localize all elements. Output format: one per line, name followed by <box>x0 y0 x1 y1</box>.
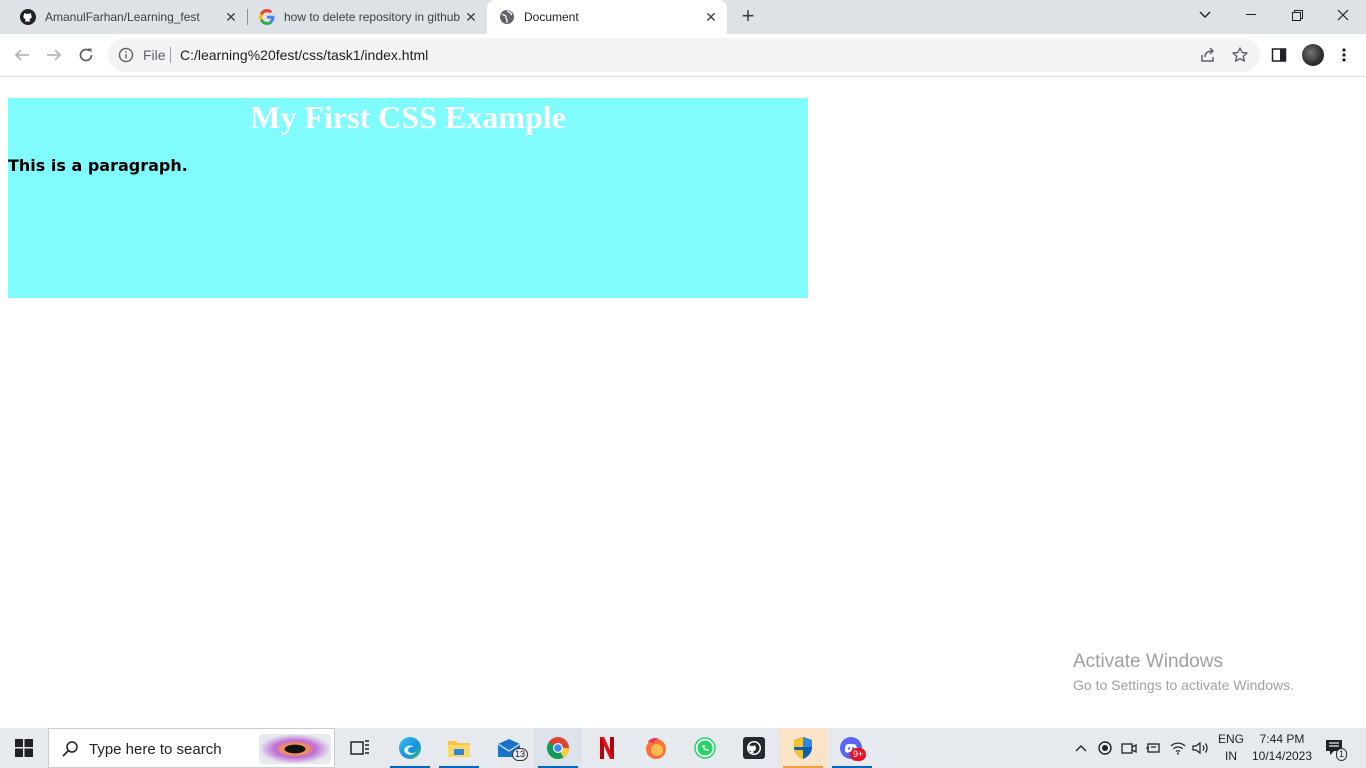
mail-icon[interactable]: 13 <box>485 728 533 768</box>
page-heading: My First CSS Example <box>250 99 566 135</box>
close-window-icon[interactable] <box>1320 0 1366 30</box>
css-example-box: My First CSS Example This is a paragraph… <box>8 98 808 298</box>
activate-windows-watermark: Activate Windows Go to Settings to activ… <box>1073 651 1294 695</box>
site-info-icon[interactable] <box>118 47 134 63</box>
watermark-subtitle: Go to Settings to activate Windows. <box>1073 677 1294 693</box>
tab-title: how to delete repository in github <box>284 10 461 24</box>
google-icon <box>259 9 275 25</box>
reload-icon[interactable] <box>74 43 98 67</box>
whatsapp-icon[interactable] <box>681 728 729 768</box>
mail-badge: 13 <box>512 748 529 761</box>
side-panel-icon[interactable] <box>1269 45 1289 65</box>
bookmark-star-icon[interactable] <box>1231 46 1249 64</box>
search-icon <box>61 740 79 758</box>
tab-title: Document <box>524 10 579 24</box>
kebab-menu-icon[interactable] <box>1334 45 1354 65</box>
forward-arrow-icon[interactable] <box>42 43 66 67</box>
edge-icon[interactable] <box>386 728 434 768</box>
battery-plug-icon[interactable] <box>1143 728 1163 768</box>
tab-strip: AmanulFarhan/Learning_fest ✕ how to dele… <box>0 0 1366 34</box>
task-view-icon[interactable] <box>336 728 384 768</box>
wifi-icon[interactable] <box>1168 728 1188 768</box>
restore-icon[interactable] <box>1274 0 1320 30</box>
tab-google-search[interactable]: how to delete repository in github ✕ <box>247 0 487 34</box>
clock-date: 10/14/2023 <box>1251 749 1313 763</box>
language-region: IN <box>1225 749 1237 763</box>
search-placeholder: Type here to search <box>89 741 222 758</box>
tab-learning-fest[interactable]: AmanulFarhan/Learning_fest ✕ <box>0 0 247 34</box>
chrome-icon[interactable] <box>534 728 582 768</box>
windows-taskbar: Type here to search 13 9+ ENG IN 7:44 PM… <box>0 728 1366 768</box>
clock-time: 7:44 PM <box>1259 732 1305 746</box>
firefox-icon[interactable] <box>632 728 680 768</box>
tab-document[interactable]: Document ✕ <box>487 0 727 34</box>
taskbar-clock[interactable]: 7:44 PM 10/14/2023 <box>1250 731 1314 765</box>
close-tab-icon[interactable]: ✕ <box>463 9 479 25</box>
discord-badge: 9+ <box>850 748 867 761</box>
address-bar[interactable]: File C:/learning%20fest/css/task1/index.… <box>108 38 1260 72</box>
language-indicator[interactable]: ENG IN <box>1216 731 1246 765</box>
github-icon <box>20 9 36 25</box>
share-icon[interactable] <box>1199 46 1217 64</box>
windows-start-icon[interactable] <box>0 728 48 768</box>
close-tab-icon[interactable]: ✕ <box>703 9 719 25</box>
watermark-title: Activate Windows <box>1073 651 1223 672</box>
meet-now-icon[interactable] <box>1119 728 1139 768</box>
tab-search-chevron-icon[interactable] <box>1182 0 1228 30</box>
github-desktop-icon[interactable] <box>730 728 778 768</box>
back-arrow-icon[interactable] <box>10 43 34 67</box>
record-icon[interactable] <box>1095 728 1115 768</box>
security-shield-icon[interactable] <box>779 728 827 768</box>
globe-icon <box>499 9 515 25</box>
profile-avatar[interactable] <box>1302 44 1324 66</box>
page-paragraph: This is a paragraph. <box>8 156 188 175</box>
netflix-icon[interactable] <box>583 728 631 768</box>
scheme-label: File <box>143 47 166 63</box>
show-hidden-icons-chevron-icon[interactable] <box>1071 728 1091 768</box>
browser-toolbar: File C:/learning%20fest/css/task1/index.… <box>0 34 1366 77</box>
minimize-icon[interactable] <box>1228 0 1274 30</box>
search-highlight-art-icon <box>259 734 331 764</box>
notification-center-icon[interactable]: 1 <box>1322 728 1348 768</box>
taskbar-search-box[interactable]: Type here to search <box>48 728 335 768</box>
language-code: ENG <box>1217 732 1244 746</box>
volume-icon[interactable] <box>1191 728 1211 768</box>
tab-title: AmanulFarhan/Learning_fest <box>45 10 200 24</box>
url-text[interactable]: C:/learning%20fest/css/task1/index.html <box>180 47 428 63</box>
new-tab-plus-icon[interactable]: + <box>737 3 759 28</box>
address-divider <box>170 47 171 63</box>
close-tab-icon[interactable]: ✕ <box>223 9 239 25</box>
notification-count-badge: 1 <box>1336 748 1348 761</box>
file-explorer-icon[interactable] <box>435 728 483 768</box>
discord-icon[interactable]: 9+ <box>828 728 876 768</box>
